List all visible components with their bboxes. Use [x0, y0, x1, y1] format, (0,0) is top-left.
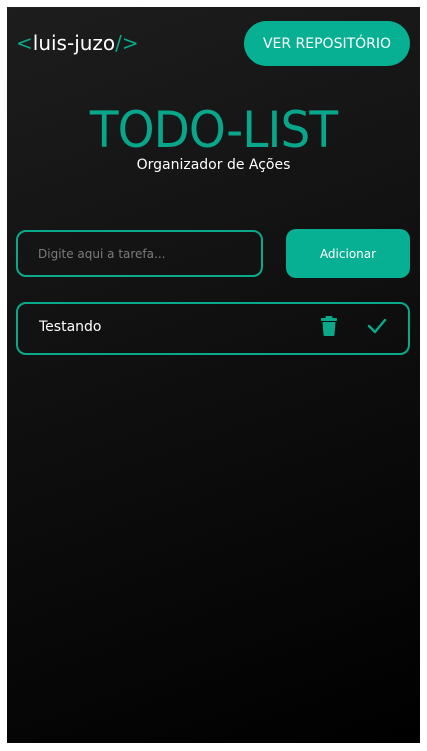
app-container: <luis-juzo/> VER REPOSITÓRIO TODO-LIST O…: [7, 7, 420, 743]
task-text: Testando: [39, 319, 102, 335]
logo-name: luis-juzo: [32, 31, 116, 55]
add-task-button[interactable]: Adicionar: [286, 229, 410, 278]
page-title: TODO-LIST: [89, 101, 338, 159]
trash-icon[interactable]: [321, 316, 337, 336]
logo-close-bracket: />: [115, 31, 139, 55]
logo: <luis-juzo/>: [16, 31, 139, 55]
check-icon[interactable]: [367, 317, 387, 335]
logo-open-bracket: <: [16, 31, 33, 55]
page-subtitle: Organizador de Ações: [136, 157, 291, 173]
view-repository-button[interactable]: VER REPOSITÓRIO: [244, 21, 410, 66]
task-item: Testando: [16, 302, 410, 355]
task-input[interactable]: [16, 230, 263, 277]
